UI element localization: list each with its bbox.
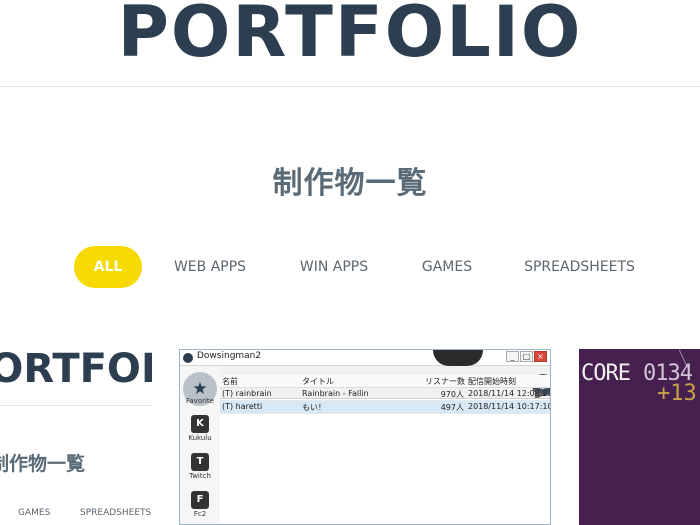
column-header-listeners: リスナー数 [425, 377, 465, 386]
twitch-icon: T [191, 453, 209, 471]
close-icon: × [534, 351, 547, 362]
filter-web-apps[interactable]: WEB APPS [160, 246, 260, 288]
row-title: もい！ [302, 403, 326, 412]
window-controls: _ □ × [506, 350, 550, 366]
window-titlebar: Dowsingman2 _ □ × [180, 350, 550, 366]
row-start-time: 2018/11/14 12:08:22 [468, 389, 551, 398]
sidebar-label: Favorite [186, 397, 214, 405]
filter-games[interactable]: GAMES [408, 246, 486, 288]
preview-subtitle: 制作物一覧 [0, 453, 86, 475]
preview-divider [0, 405, 152, 406]
table-header: 名前 タイトル リスナー数 配信開始時刻 [220, 375, 550, 388]
window-title: Dowsingman2 [197, 351, 262, 361]
preview-filter-spreadsheets: SPREADSHEETS [80, 508, 152, 518]
filter-spreadsheets[interactable]: SPREADSHEETS [512, 246, 647, 288]
sidebar-item-twitch: T Twitch [180, 453, 220, 480]
filter-all[interactable]: ALL [74, 246, 142, 288]
minimize-icon: _ [506, 351, 519, 362]
row-title: Rainbrain - Fallin [302, 389, 369, 398]
row-listeners: 497人 [440, 403, 464, 412]
game-score-delta: +13 [657, 381, 697, 406]
sidebar-item-kukulu: K Kukulu [180, 415, 220, 442]
portfolio-item-app-window[interactable]: Dowsingman2 _ □ × ★ Favorite K Kukulu T … [179, 349, 551, 525]
kukulu-icon: K [191, 415, 209, 433]
row-listeners: 970人 [440, 390, 464, 399]
table-row: (T) rainbrain Rainbrain - Fallin 970人 20… [220, 388, 551, 401]
fc2-icon: F [191, 491, 209, 509]
sidebar-item-favorite: ★ Favorite [180, 372, 220, 406]
site-title: PORTFOLIO [117, 0, 583, 73]
sidebar-label: Kukulu [188, 434, 212, 442]
column-header-start-time: 配信開始時刻 [468, 377, 516, 386]
decorative-shape [433, 350, 483, 366]
row-name: (T) haretti [222, 402, 263, 411]
maximize-icon: □ [520, 351, 533, 362]
sidebar-label: Fc2 [193, 510, 207, 518]
portfolio-item-page-preview[interactable]: PORTFOLIO 制作物一覧 GAMES SPREADSHEETS [0, 348, 152, 525]
stream-table: 名前 タイトル リスナー数 配信開始時刻 (T) rainbrain Rainb… [220, 375, 551, 524]
sidebar-label: Twitch [189, 472, 211, 480]
table-row: (T) haretti もい！ 497人 2018/11/14 10:17:10 [220, 401, 551, 414]
preview-title: PORTFOLIO [0, 348, 152, 392]
preview-filter-games: GAMES [18, 508, 51, 518]
filter-win-apps[interactable]: WIN APPS [285, 246, 383, 288]
app-sidebar: ★ Favorite K Kukulu T Twitch F Fc2 [180, 367, 220, 524]
column-header-name: 名前 [222, 377, 238, 386]
portfolio-item-game[interactable]: CORE 0134 +13 [579, 349, 700, 525]
game-score-label: CORE [581, 361, 631, 386]
column-header-title: タイトル [302, 377, 334, 386]
row-start-time: 2018/11/14 10:17:10 [468, 402, 551, 411]
section-title: 制作物一覧 [272, 166, 428, 201]
sidebar-item-fc2: F Fc2 [180, 491, 220, 518]
app-icon [183, 353, 193, 363]
header-divider [0, 86, 700, 87]
row-name: (T) rainbrain [222, 389, 272, 398]
